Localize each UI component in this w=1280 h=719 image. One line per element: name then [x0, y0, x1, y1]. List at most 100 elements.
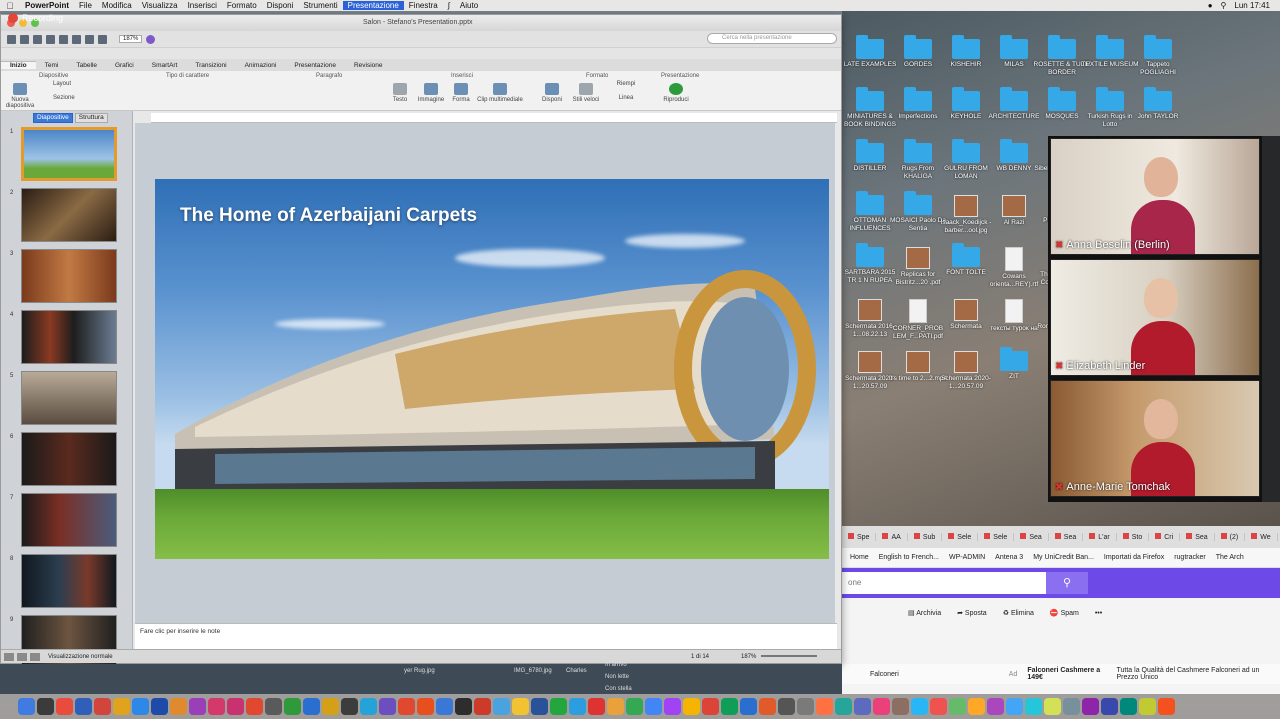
- dock-app-icon[interactable]: [360, 698, 377, 715]
- dock-app-icon[interactable]: [417, 698, 434, 715]
- presentation-search-input[interactable]: Cerca nella presentazione: [707, 33, 837, 44]
- line-button[interactable]: Linea: [609, 95, 643, 101]
- slide-thumbnail[interactable]: [21, 432, 117, 486]
- browser-tab[interactable]: We: [1245, 533, 1278, 541]
- dock-app-icon[interactable]: [379, 698, 396, 715]
- slide-thumbnail[interactable]: [21, 493, 117, 547]
- dock-app-icon[interactable]: [550, 698, 567, 715]
- dock-app-icon[interactable]: [1082, 698, 1099, 715]
- dock-app-icon[interactable]: [1120, 698, 1137, 715]
- browser-tab[interactable]: L'ar: [1083, 533, 1117, 541]
- browser-tab[interactable]: Sto: [1117, 533, 1150, 541]
- browser-tab[interactable]: AA: [876, 533, 908, 541]
- archive-button[interactable]: ▤ Archivia: [908, 609, 941, 617]
- slide-thumbnail[interactable]: [21, 310, 117, 364]
- bookmark-link[interactable]: Home: [850, 554, 869, 561]
- search-button[interactable]: ⚲: [1046, 572, 1088, 594]
- normal-view-icon[interactable]: [4, 652, 14, 661]
- open-icon[interactable]: [20, 34, 29, 44]
- current-slide[interactable]: The Home of Azerbaijani Carpets: [155, 179, 829, 559]
- dock-app-icon[interactable]: [930, 698, 947, 715]
- dock-app-icon[interactable]: [132, 698, 149, 715]
- new-icon[interactable]: [7, 34, 16, 44]
- slide-thumbnail[interactable]: [21, 371, 117, 425]
- mail-search-input[interactable]: one: [842, 572, 1046, 594]
- wifi-icon[interactable]: ●: [1208, 1, 1213, 10]
- dock-app-icon[interactable]: [436, 698, 453, 715]
- menu-item-formato[interactable]: Formato: [222, 1, 262, 10]
- dock-app-icon[interactable]: [341, 698, 358, 715]
- browser-tab[interactable]: Sea: [1014, 533, 1049, 541]
- browser-tab[interactable]: Spe: [842, 533, 877, 541]
- dock-app-icon[interactable]: [75, 698, 92, 715]
- dock-app-icon[interactable]: [94, 698, 111, 715]
- dock-app-icon[interactable]: [949, 698, 966, 715]
- ribbon-tab-animazioni[interactable]: Animazioni: [236, 62, 286, 69]
- ribbon-tab-grafici[interactable]: Grafici: [106, 62, 143, 69]
- ribbon-tab-inizio[interactable]: Inizio: [1, 61, 36, 69]
- tab-outline[interactable]: Struttura: [74, 113, 108, 123]
- dock-app-icon[interactable]: [588, 698, 605, 715]
- dock-app-icon[interactable]: [1063, 698, 1080, 715]
- quick-styles-button[interactable]: Stili veloci: [569, 83, 603, 103]
- shape-button[interactable]: Forma: [444, 83, 478, 103]
- notes-pane[interactable]: Fare clic per inserire le note: [135, 623, 837, 649]
- dock-app-icon[interactable]: [759, 698, 776, 715]
- bookmark-link[interactable]: English to French...: [879, 554, 939, 561]
- bookmark-link[interactable]: My UniCredit Ban...: [1033, 554, 1094, 561]
- browser-tab[interactable]: Sea: [1180, 533, 1215, 541]
- apple-menu-icon[interactable]: : [0, 1, 20, 11]
- dock-app-icon[interactable]: [493, 698, 510, 715]
- menu-item-inserisci[interactable]: Inserisci: [183, 1, 222, 10]
- zoom-slider[interactable]: [761, 655, 817, 657]
- dock-app-icon[interactable]: [569, 698, 586, 715]
- dock-app-icon[interactable]: [835, 698, 852, 715]
- dock-app-icon[interactable]: [645, 698, 662, 715]
- ribbon-tab-temi[interactable]: Temi: [36, 62, 68, 69]
- more-icon[interactable]: •••: [1095, 610, 1102, 617]
- ribbon-tab-presentazione[interactable]: Presentazione: [285, 62, 345, 69]
- slide-thumbnail[interactable]: [21, 249, 117, 303]
- layout-button[interactable]: Layout: [53, 81, 97, 87]
- slide-thumbnail[interactable]: [21, 127, 117, 181]
- dock-app-icon[interactable]: [664, 698, 681, 715]
- recording-indicator[interactable]: Recording: [8, 11, 63, 25]
- menu-clock[interactable]: Lun 17:41: [1234, 1, 1270, 10]
- arrange-button[interactable]: Disponi: [535, 83, 569, 103]
- dock-app-icon[interactable]: [531, 698, 548, 715]
- dock-app-icon[interactable]: [303, 698, 320, 715]
- ribbon-tab-transizioni[interactable]: Transizioni: [186, 62, 235, 69]
- dock-app-icon[interactable]: [1025, 698, 1042, 715]
- delete-button[interactable]: ♻ Elimina: [1003, 609, 1034, 617]
- dock-app-icon[interactable]: [208, 698, 225, 715]
- dock-app-icon[interactable]: [1006, 698, 1023, 715]
- dock-app-icon[interactable]: [113, 698, 130, 715]
- dock-app-icon[interactable]: [474, 698, 491, 715]
- dock-app-icon[interactable]: [18, 698, 35, 715]
- video-tile[interactable]: ✖ Elizabeth Linder: [1050, 259, 1260, 376]
- browser-tab[interactable]: Sea: [1049, 533, 1084, 541]
- dock-app-icon[interactable]: [246, 698, 263, 715]
- new-slide-button[interactable]: Nuova diapositiva: [3, 83, 37, 109]
- menu-item-strumenti[interactable]: Strumenti: [298, 1, 342, 10]
- table-icon[interactable]: [85, 34, 94, 44]
- dock-app-icon[interactable]: [151, 698, 168, 715]
- browser-tab[interactable]: Sele: [942, 533, 979, 541]
- dock-app-icon[interactable]: [816, 698, 833, 715]
- tab-slides[interactable]: Diapositive: [33, 113, 73, 123]
- redo-icon[interactable]: [72, 34, 81, 44]
- menu-app-name[interactable]: PowerPoint: [20, 1, 74, 10]
- zoom-field[interactable]: 187%: [119, 35, 143, 43]
- dock-app-icon[interactable]: [1139, 698, 1156, 715]
- section-button[interactable]: Sezione: [53, 95, 97, 101]
- window-titlebar[interactable]: Salon - Stefano's Presentation.pptx: [1, 15, 841, 31]
- dock-app-icon[interactable]: [778, 698, 795, 715]
- dock-app-icon[interactable]: [322, 698, 339, 715]
- dock-app-icon[interactable]: [227, 698, 244, 715]
- dock-app-icon[interactable]: [987, 698, 1004, 715]
- spam-button[interactable]: ⛔ Spam: [1050, 609, 1079, 617]
- desktop-icon[interactable]: John TAYLOR: [1128, 87, 1188, 121]
- media-button[interactable]: Clip multimediale: [477, 83, 523, 103]
- bookmark-link[interactable]: rugtracker: [1174, 554, 1206, 561]
- menu-item-presentazione[interactable]: Presentazione: [342, 1, 404, 10]
